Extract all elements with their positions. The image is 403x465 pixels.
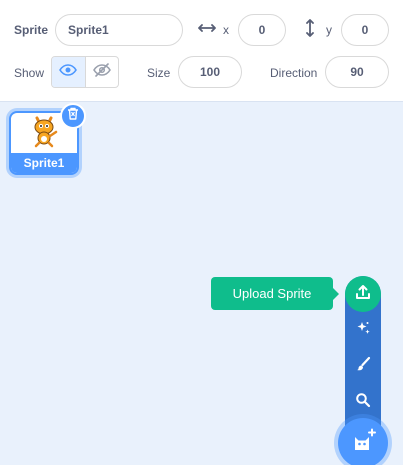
size-label: Size xyxy=(147,66,171,80)
direction-label: Direction xyxy=(270,66,318,80)
sprite-info-row-1: Sprite Sprite1 x 0 y 0 xyxy=(0,10,403,50)
paint-sprite-button[interactable] xyxy=(345,348,381,384)
sprite-label: Sprite xyxy=(14,23,49,37)
surprise-icon xyxy=(355,320,371,341)
surprise-sprite-button[interactable] xyxy=(345,312,381,348)
show-sprite-button[interactable] xyxy=(52,57,85,87)
y-position-input[interactable]: 0 xyxy=(341,14,389,46)
choose-sprite-button[interactable] xyxy=(338,418,388,465)
sprite-info-row-2: Show Size 100 Direction 90 xyxy=(0,53,403,93)
search-sprite-button[interactable] xyxy=(345,384,381,420)
visibility-toggle xyxy=(51,56,119,88)
cat-costume-icon xyxy=(27,114,61,153)
x-position-input[interactable]: 0 xyxy=(238,14,286,46)
delete-sprite-button[interactable] xyxy=(60,103,86,129)
choose-sprite-menu xyxy=(345,276,381,436)
size-input[interactable]: 100 xyxy=(178,56,242,88)
y-label: y xyxy=(326,23,332,37)
hide-sprite-button[interactable] xyxy=(84,57,118,87)
upload-sprite-tooltip: Upload Sprite xyxy=(211,277,333,310)
sprite-name-input[interactable]: Sprite1 xyxy=(55,14,183,46)
eye-icon xyxy=(59,63,78,81)
eye-slash-icon xyxy=(93,62,111,82)
search-icon xyxy=(355,392,371,413)
direction-input[interactable]: 90 xyxy=(325,56,389,88)
cat-icon xyxy=(350,428,376,459)
upload-icon xyxy=(355,284,371,305)
paint-icon xyxy=(355,356,371,377)
vertical-arrows-icon xyxy=(304,19,316,41)
trash-icon xyxy=(67,107,79,125)
horizontal-arrows-icon xyxy=(198,22,216,38)
upload-sprite-button[interactable] xyxy=(345,276,381,312)
sprite-info-panel: Sprite Sprite1 x 0 y 0 Show Size 100 Dir… xyxy=(0,0,403,102)
tooltip-arrow xyxy=(333,288,339,300)
x-label: x xyxy=(223,23,229,37)
show-label: Show xyxy=(14,66,45,80)
sprite-tile-name: Sprite1 xyxy=(11,153,77,173)
